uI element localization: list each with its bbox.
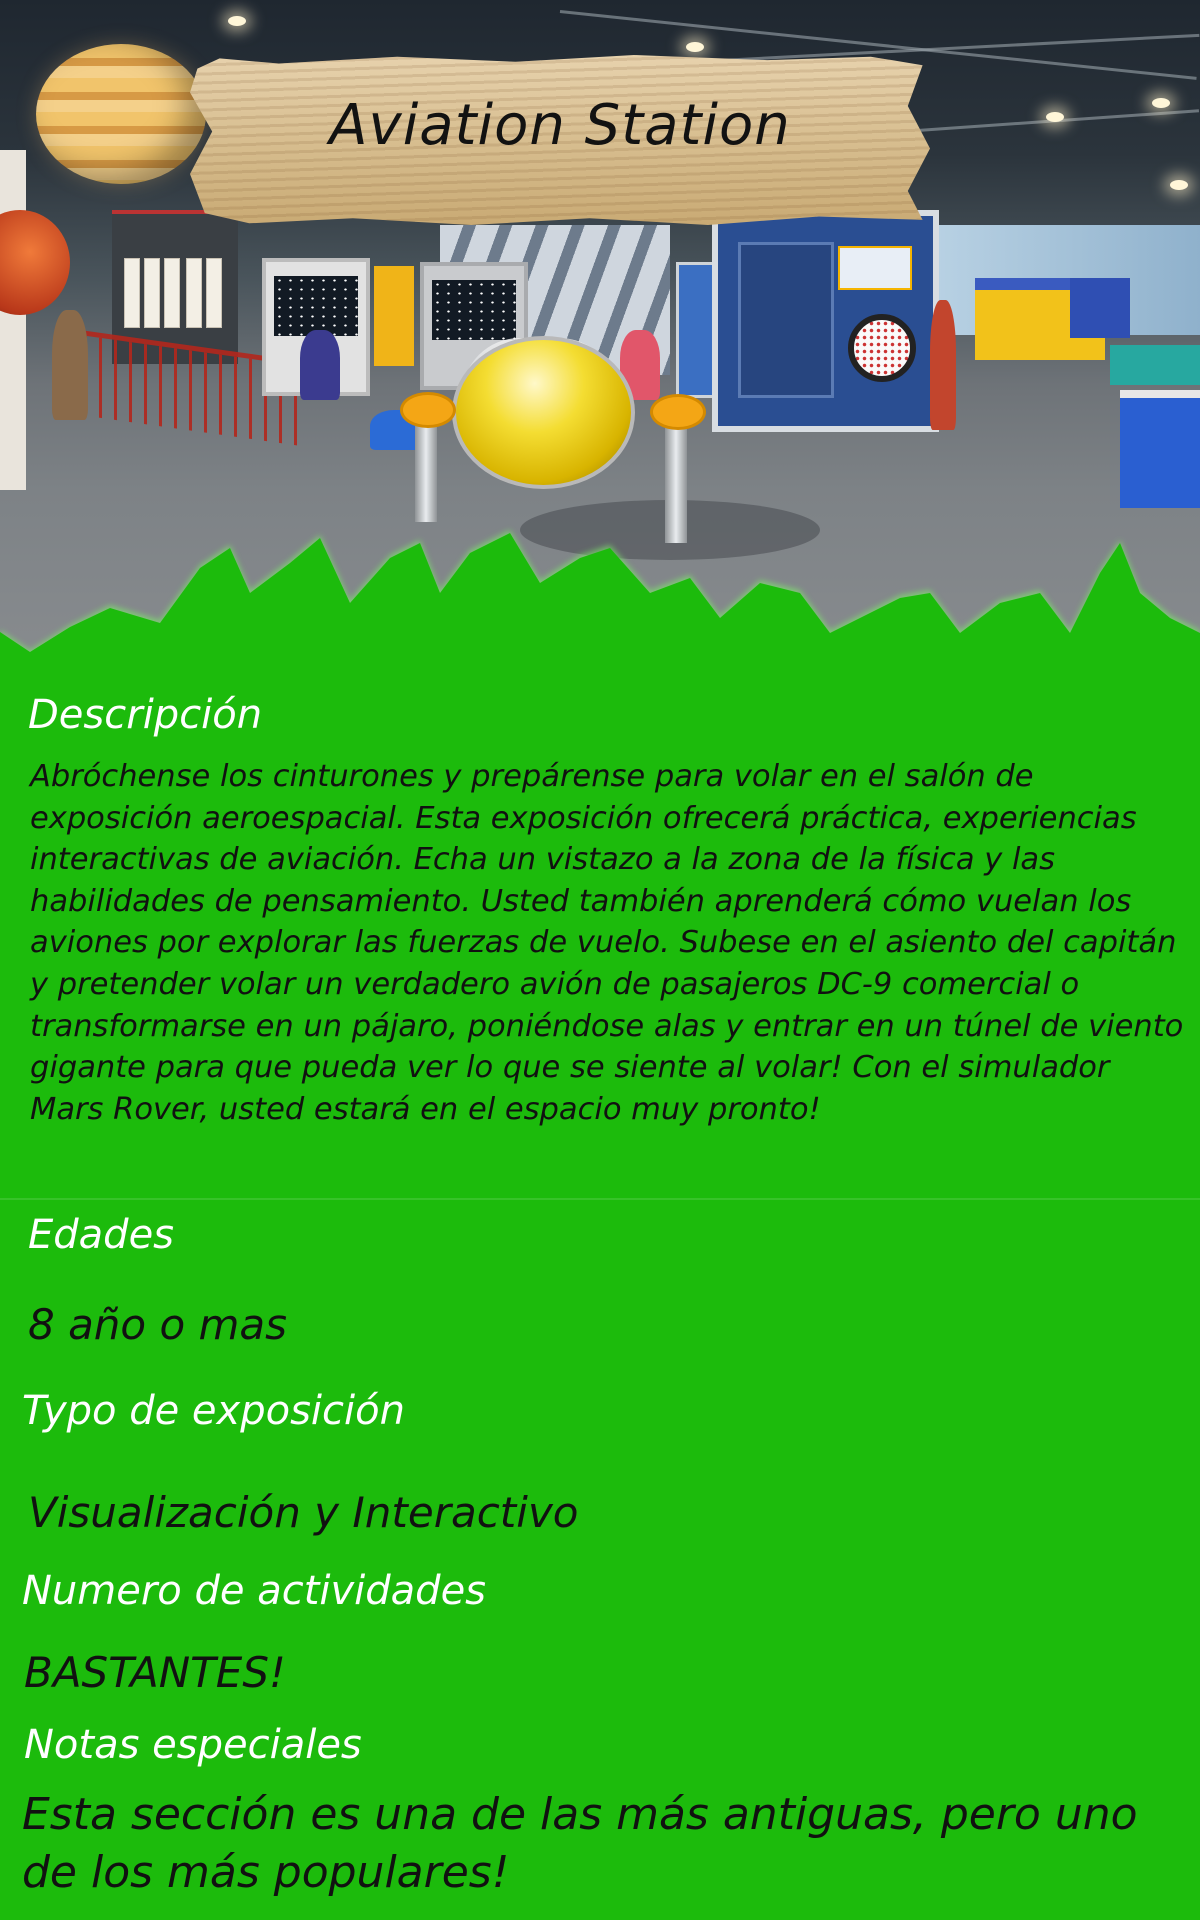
side-wall bbox=[0, 150, 26, 490]
ceiling-light bbox=[686, 42, 704, 52]
poster bbox=[144, 258, 160, 328]
simulator-door bbox=[738, 242, 834, 398]
special-notes-value: Esta sección es una de las más antiguas,… bbox=[22, 1789, 1138, 1898]
sign-post bbox=[415, 412, 437, 522]
special-notes-heading: Notas especiales bbox=[24, 1722, 362, 1768]
ceiling-beam bbox=[699, 33, 1200, 63]
simulator-module bbox=[712, 210, 939, 432]
exhibit-type-heading: Typo de exposición bbox=[22, 1388, 405, 1434]
poster bbox=[124, 258, 140, 328]
ages-heading: Edades bbox=[28, 1212, 175, 1258]
grass-edge bbox=[0, 530, 1200, 720]
visitor bbox=[52, 310, 88, 420]
exhibit-type-value: Visualización y Interactivo bbox=[28, 1488, 579, 1537]
poster bbox=[186, 258, 202, 328]
poster bbox=[164, 258, 180, 328]
visitor bbox=[930, 300, 956, 430]
yellow-panel bbox=[374, 266, 414, 366]
page-title: Aviation Station bbox=[329, 93, 791, 158]
kiosk-screen bbox=[274, 276, 358, 336]
simulator-sign bbox=[838, 246, 912, 290]
capsule-exhibit bbox=[452, 336, 635, 489]
mars-model bbox=[0, 210, 70, 315]
activity-table bbox=[1110, 345, 1200, 385]
ages-value: 8 año o mas bbox=[28, 1300, 288, 1349]
activities-value: BASTANTES! bbox=[24, 1648, 286, 1697]
sign-post-cap bbox=[400, 392, 456, 428]
description-text: Abróchense los cinturones y prepárense p… bbox=[30, 759, 1184, 1127]
activities-heading: Numero de actividades bbox=[22, 1568, 487, 1614]
activity-table bbox=[1120, 390, 1200, 508]
section-divider bbox=[0, 1198, 1200, 1200]
play-structure bbox=[1070, 278, 1130, 338]
title-sign: Aviation Station bbox=[190, 55, 930, 225]
ceiling-light bbox=[1170, 180, 1188, 190]
poster bbox=[206, 258, 222, 328]
ceiling-light bbox=[1152, 98, 1170, 108]
visitor bbox=[300, 330, 340, 400]
jupiter-model bbox=[36, 44, 206, 184]
sign-post-cap bbox=[650, 394, 706, 430]
description-heading: Descripción bbox=[28, 692, 263, 738]
ceiling-light bbox=[1046, 112, 1064, 122]
kiosk-screen bbox=[432, 280, 516, 340]
ceiling-light bbox=[228, 16, 246, 26]
simulator-porthole bbox=[848, 314, 916, 382]
